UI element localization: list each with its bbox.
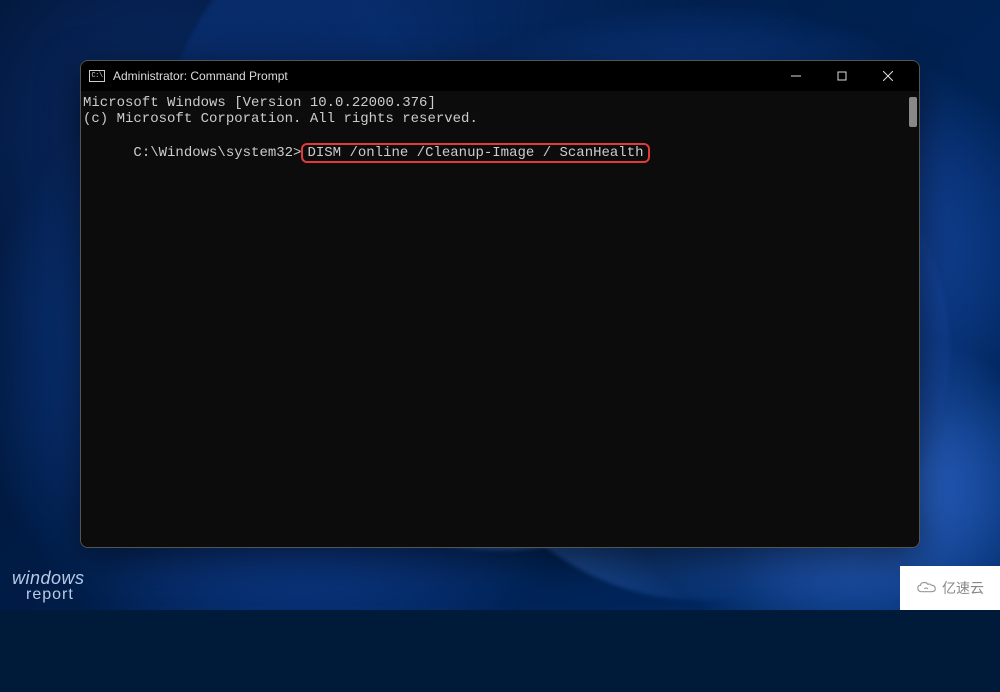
close-button[interactable] xyxy=(865,61,911,91)
terminal-prompt-line: C:\Windows\system32> DISM /online /Cleanu… xyxy=(83,127,917,179)
command-highlight: DISM /online /Cleanup-Image / ScanHealth xyxy=(301,143,649,163)
prompt-path: C:\Windows\system32> xyxy=(133,145,301,161)
terminal-output-line: Microsoft Windows [Version 10.0.22000.37… xyxy=(83,95,917,111)
yisu-cloud-watermark: 亿速云 xyxy=(900,566,1000,610)
watermark-text: windows xyxy=(12,570,85,587)
terminal-area[interactable]: Microsoft Windows [Version 10.0.22000.37… xyxy=(81,91,919,547)
windows-report-watermark: windows report xyxy=(12,570,85,602)
watermark-text: report xyxy=(26,587,85,602)
window-controls xyxy=(773,61,911,91)
window-title: Administrator: Command Prompt xyxy=(113,69,288,83)
command-prompt-window: C:\ Administrator: Command Prompt Micros… xyxy=(80,60,920,548)
titlebar[interactable]: C:\ Administrator: Command Prompt xyxy=(81,61,919,91)
watermark-text: 亿速云 xyxy=(942,578,984,598)
maximize-button[interactable] xyxy=(819,61,865,91)
scrollbar-thumb[interactable] xyxy=(909,97,917,127)
typed-command: DISM /online /Cleanup-Image / ScanHealth xyxy=(307,145,643,161)
minimize-button[interactable] xyxy=(773,61,819,91)
terminal-output-line: (c) Microsoft Corporation. All rights re… xyxy=(83,111,917,127)
cloud-icon xyxy=(916,580,938,596)
cmd-icon: C:\ xyxy=(89,70,105,82)
